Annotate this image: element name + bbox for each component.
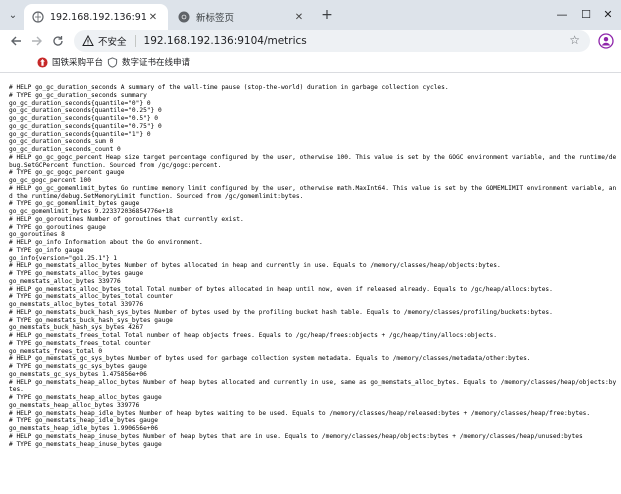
metric-comment-line: # TYPE go_memstats_alloc_bytes gauge	[9, 270, 144, 277]
bookmark-label: 国铁采购平台	[52, 58, 104, 68]
metric-comment-line: # TYPE go_gc_duration_seconds summary	[9, 91, 147, 99]
metrics-page: # HELP go_gc_duration_seconds A summary …	[9, 84, 617, 494]
back-button[interactable]	[6, 31, 26, 51]
metric-comment-line: # HELP go_memstats_alloc_bytes Number of…	[9, 262, 501, 270]
tab-close-icon[interactable]: ✕	[292, 10, 306, 24]
metric-comment-line: # HELP go_goroutines Number of goroutine…	[9, 215, 244, 223]
bookmark-item-railway-procurement[interactable]: 国铁采购平台	[37, 54, 103, 70]
metric-comment-line: # HELP go_memstats_heap_inuse_bytes Numb…	[9, 432, 583, 440]
metric-comment-line: # TYPE go_memstats_buck_hash_sys_bytes g…	[9, 316, 173, 324]
reload-icon	[53, 36, 63, 46]
metric-comment-line: # TYPE go_memstats_heap_alloc_bytes gaug…	[9, 394, 162, 401]
metric-comment-line: # HELP go_gc_duration_seconds A summary …	[9, 84, 449, 91]
close-window-button[interactable]: ✕	[598, 4, 618, 24]
metric-comment-line: # TYPE go_goroutines gauge	[9, 223, 106, 231]
bookmarks-bar: 国铁采购平台 数字证书在线申请	[0, 53, 621, 71]
metric-comment-line: # HELP go_memstats_gc_sys_bytes Number o…	[9, 355, 531, 363]
metric-comment-line: # TYPE go_memstats_heap_idle_bytes gauge	[9, 417, 159, 425]
metric-comment-line: # TYPE go_memstats_gc_sys_bytes gauge	[9, 363, 147, 370]
metric-comment-line: # HELP go_memstats_alloc_bytes_total Tot…	[9, 285, 553, 293]
tab-title: 新标签页	[196, 13, 235, 24]
metric-comment-line: # TYPE go_memstats_heap_inuse_bytes gaug…	[9, 440, 162, 448]
forward-button[interactable]	[27, 31, 47, 51]
metric-value-line: go_gc_duration_seconds{quantile="0"} 0	[9, 99, 151, 107]
metric-value-line: go_gc_gomemlimit_bytes 9.223372036854776…	[9, 208, 173, 215]
bookmark-star-icon[interactable]: ☆	[569, 33, 580, 47]
metric-value-line: go_memstats_buck_hash_sys_bytes 4267	[9, 324, 144, 332]
metric-comment-line: # TYPE go_info gauge	[9, 246, 84, 254]
metric-value-line: go_gc_duration_seconds{quantile="1"} 0	[9, 130, 151, 138]
url-text[interactable]: 192.168.192.136:9104/metrics	[144, 35, 307, 47]
metric-comment-line: # HELP go_info Information about the Go …	[9, 239, 203, 246]
metric-comment-line: # HELP go_memstats_buck_hash_sys_bytes N…	[9, 308, 553, 316]
railway-logo-icon	[37, 56, 48, 68]
metric-value-line: go_memstats_alloc_bytes 339776	[9, 277, 121, 285]
metric-value-line: go_gc_duration_seconds{quantile="0.75"} …	[9, 122, 162, 130]
bookmark-item-digital-certificate[interactable]: 数字证书在线申请	[107, 54, 190, 70]
tab-strip: ⌄ 192.168.192.136:9104/metrics ✕ 新标签页 ✕ …	[0, 0, 621, 30]
metric-value-line: go_memstats_gc_sys_bytes 1.475856e+06	[9, 370, 147, 378]
metric-value-line: go_memstats_heap_idle_bytes 1.990656e+06	[9, 425, 159, 432]
metric-comment-line: # TYPE go_gc_gomemlimit_bytes gauge	[9, 200, 140, 208]
metric-comment-line: # HELP go_gc_gomemlimit_bytes Go runtime…	[9, 184, 617, 200]
tab-search-chevron-icon[interactable]: ⌄	[4, 6, 22, 24]
metric-value-line: go_gc_duration_seconds_count 0	[9, 146, 121, 153]
new-tab-button[interactable]: +	[318, 6, 336, 24]
metric-value-line: go_goroutines 8	[9, 231, 65, 239]
metrics-text: # HELP go_gc_duration_seconds A summary …	[9, 84, 617, 448]
metric-value-line: go_gc_duration_seconds{quantile="0.25"} …	[9, 107, 162, 115]
metric-comment-line: # HELP go_memstats_heap_idle_bytes Numbe…	[9, 409, 591, 417]
metric-comment-line: # HELP go_memstats_frees_total Total num…	[9, 332, 497, 339]
metric-comment-line: # HELP go_memstats_heap_alloc_bytes Numb…	[9, 378, 617, 394]
browser-toolbar: 不安全 192.168.192.136:9104/metrics ☆	[0, 30, 621, 52]
metric-value-line: go_memstats_frees_total 0	[9, 347, 103, 355]
metric-comment-line: # HELP go_gc_gogc_percent Heap size targ…	[9, 153, 617, 169]
toolbar-divider	[0, 72, 621, 73]
forward-arrow-icon	[32, 36, 42, 46]
shield-icon	[107, 56, 118, 68]
tab-title: 192.168.192.136:9104/metrics	[50, 11, 146, 23]
address-bar[interactable]: 不安全 192.168.192.136:9104/metrics ☆	[74, 30, 590, 52]
metric-value-line: go_info{version="go1.25.1"} 1	[9, 254, 118, 262]
minimize-button[interactable]: —	[552, 4, 572, 24]
metric-value-line: go_memstats_alloc_bytes_total 339776	[9, 301, 144, 308]
metric-comment-line: # TYPE go_memstats_frees_total counter	[9, 339, 151, 347]
metric-comment-line: # TYPE go_memstats_alloc_bytes_total cou…	[9, 293, 173, 301]
chrome-icon	[178, 11, 190, 23]
metric-value-line: go_gc_duration_seconds_sum 0	[9, 138, 114, 146]
tab-metrics[interactable]: 192.168.192.136:9104/metrics ✕	[24, 4, 168, 30]
metric-value-line: go_gc_gogc_percent 100	[9, 177, 91, 184]
not-secure-label[interactable]: 不安全	[98, 34, 127, 48]
omnibox-divider	[134, 35, 136, 47]
maximize-button[interactable]: ☐	[576, 4, 596, 24]
metric-value-line: go_gc_duration_seconds{quantile="0.5"} 0	[9, 115, 159, 122]
reload-button[interactable]	[48, 31, 68, 51]
metric-comment-line: # TYPE go_gc_gogc_percent gauge	[9, 169, 125, 177]
metric-value-line: go_memstats_heap_alloc_bytes 339776	[9, 401, 140, 409]
bookmark-label: 数字证书在线申请	[122, 58, 191, 68]
tab-close-icon[interactable]: ✕	[146, 10, 160, 24]
back-arrow-icon	[11, 36, 21, 46]
profile-avatar-icon[interactable]	[598, 33, 614, 49]
not-secure-warning-icon[interactable]	[82, 35, 94, 47]
tab-new-tab-page[interactable]: 新标签页 ✕	[170, 4, 314, 30]
page-favicon-icon	[32, 11, 44, 23]
